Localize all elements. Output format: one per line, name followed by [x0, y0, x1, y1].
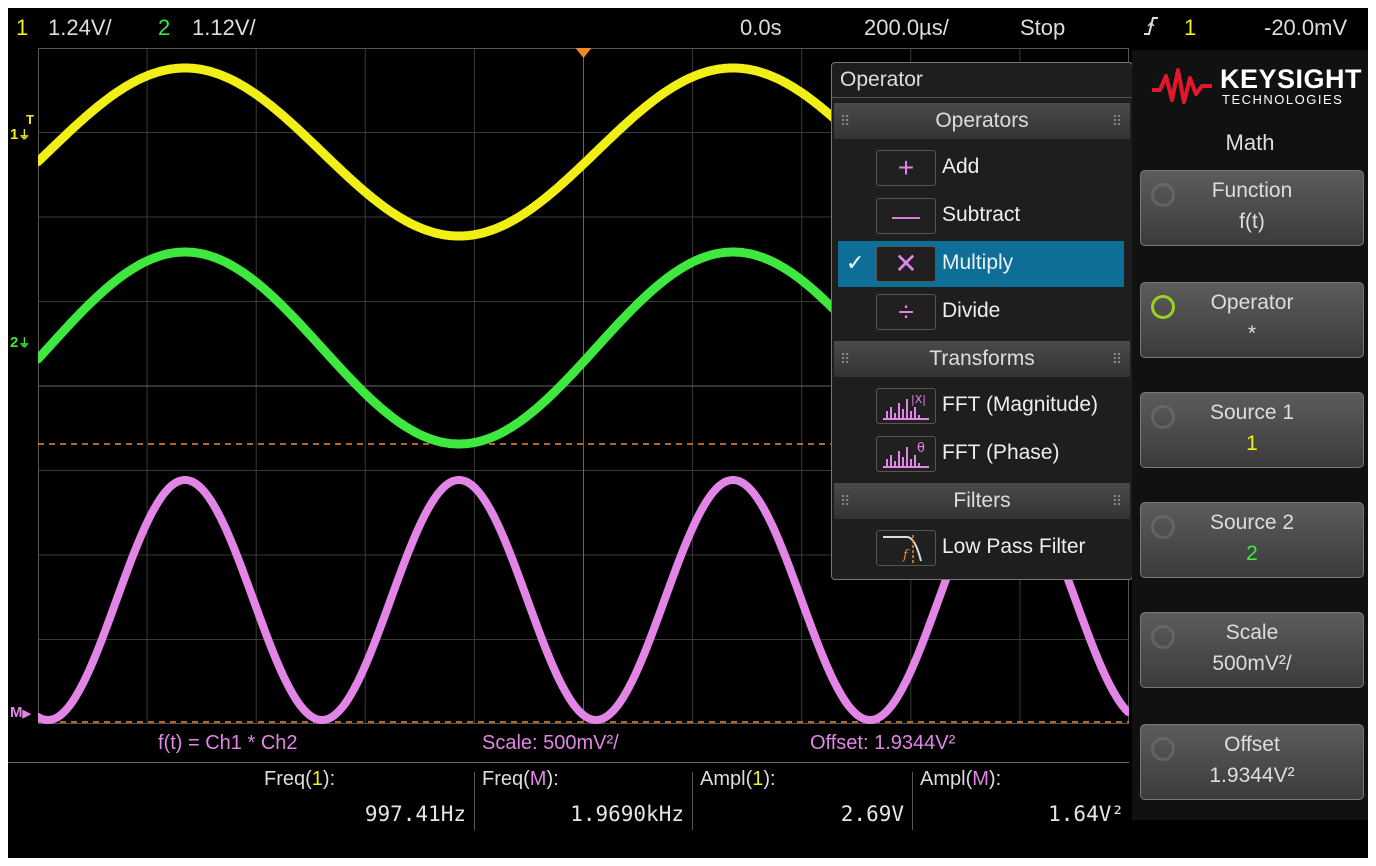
section-operators: ⠿ Operators ⠿ — [834, 103, 1130, 139]
operator-softkey[interactable]: Operator * — [1140, 282, 1364, 358]
menu-item-low-pass-filter[interactable]: f Low Pass Filter — [838, 525, 1124, 571]
meas-label-ampl-m: Ampl(M): — [920, 768, 1002, 790]
offset-softkey[interactable]: Offset 1.9344V² — [1140, 724, 1364, 800]
time-position[interactable]: 0.0s — [740, 15, 782, 41]
add-icon: + — [876, 150, 936, 186]
meas-divider — [474, 772, 475, 830]
meas-value-freq-m: 1.9690kHz — [570, 802, 684, 826]
function-softkey[interactable]: Function f(t) — [1140, 170, 1364, 246]
subtract-icon: — — [876, 198, 936, 234]
keysight-logo: KEYSIGHT TECHNOLOGIES — [1150, 58, 1366, 114]
source1-softkey[interactable]: Source 1 1 — [1140, 392, 1364, 468]
ch1-scale[interactable]: 1.24V/ — [48, 15, 112, 41]
trigger-level[interactable]: -20.0mV — [1264, 15, 1347, 41]
svg-text:|X|: |X| — [911, 393, 926, 406]
menu-item-multiply[interactable]: ✓ ✕ Multiply — [838, 241, 1124, 287]
menu-item-subtract[interactable]: — Subtract — [838, 193, 1124, 239]
ch2-scale[interactable]: 1.12V/ — [192, 15, 256, 41]
menu-item-fft-phase[interactable]: θ FFT (Phase) — [838, 431, 1124, 477]
divide-icon: ÷ — [876, 294, 936, 330]
scale-softkey[interactable]: Scale 500mV²/ — [1140, 612, 1364, 688]
multiply-icon: ✕ — [876, 246, 936, 282]
trigger-position-marker — [575, 48, 592, 58]
meas-label-freq-1: Freq(1): — [264, 768, 336, 790]
rising-edge-trigger-icon[interactable] — [1142, 15, 1160, 43]
meas-value-ampl-m: 1.64V² — [1048, 802, 1124, 826]
math-formula: f(t) = Ch1 * Ch2 — [158, 732, 298, 754]
source2-softkey[interactable]: Source 2 2 — [1140, 502, 1364, 578]
trigger-source[interactable]: 1 — [1184, 15, 1196, 41]
popup-title: Operator — [832, 63, 1132, 98]
math-offset-readout: Offset: 1.9344V² — [810, 732, 956, 754]
section-transforms: ⠿ Transforms ⠿ — [834, 341, 1130, 377]
svg-text:f: f — [902, 548, 910, 563]
status-bar: 1 1.24V/ 2 1.12V/ 0.0s 200.0µs/ Stop 1 -… — [8, 8, 1368, 48]
oscilloscope-screen: 1 1.24V/ 2 1.12V/ 0.0s 200.0µs/ Stop 1 -… — [8, 8, 1368, 858]
checkmark-icon: ✓ — [846, 250, 865, 275]
measurement-bar: Freq(1): 997.41Hz Freq(M): 1.9690kHz Amp… — [8, 764, 1129, 858]
section-filters: ⠿ Filters ⠿ — [834, 483, 1130, 519]
grip-icon: ⠿ — [1111, 493, 1122, 509]
ch1-number[interactable]: 1 — [16, 15, 28, 41]
grip-icon: ⠿ — [1111, 351, 1122, 367]
meas-value-ampl-1: 2.69V — [840, 802, 904, 826]
run-state: Stop — [1020, 15, 1066, 40]
meas-label-ampl-1: Ampl(1): — [700, 768, 776, 790]
time-scale[interactable]: 200.0µs/ — [864, 15, 949, 41]
ch2-ground-marker[interactable]: 2⏚ — [10, 334, 30, 351]
math-ground-marker[interactable]: M▶ — [10, 704, 31, 721]
softkey-panel: KEYSIGHT TECHNOLOGIES Math Function f(t)… — [1132, 50, 1368, 820]
fft-phase-icon: θ — [876, 436, 936, 472]
grip-icon: ⠿ — [1111, 113, 1122, 129]
keysight-wave-icon — [1152, 68, 1212, 104]
meas-divider — [692, 772, 693, 830]
meas-value-freq-1: 997.41Hz — [364, 802, 466, 826]
ch1-ground-marker[interactable]: 1⏚ — [10, 126, 30, 143]
menu-title: Math — [1225, 130, 1275, 155]
grip-icon: ⠿ — [840, 113, 851, 129]
ch1-trigger-marker: T — [26, 112, 34, 127]
ch2-number[interactable]: 2 — [158, 15, 170, 41]
grip-icon: ⠿ — [840, 351, 851, 367]
operator-popup-menu[interactable]: Operator ⠿ Operators ⠿ + Add — Subtract … — [831, 62, 1133, 580]
menu-item-fft-magnitude[interactable]: |X| FFT (Magnitude) — [838, 383, 1124, 429]
meas-label-freq-m: Freq(M): — [482, 768, 559, 790]
low-pass-filter-icon: f — [876, 530, 936, 566]
grip-icon: ⠿ — [840, 493, 851, 509]
math-scale-readout: Scale: 500mV²/ — [482, 732, 619, 754]
menu-item-add[interactable]: + Add — [838, 145, 1124, 191]
fft-magnitude-icon: |X| — [876, 388, 936, 424]
svg-text:θ: θ — [917, 441, 925, 456]
meas-divider — [912, 772, 913, 830]
math-info-bar: f(t) = Ch1 * Ch2 Scale: 500mV²/ Offset: … — [8, 726, 1129, 763]
menu-item-divide[interactable]: ÷ Divide — [838, 289, 1124, 335]
